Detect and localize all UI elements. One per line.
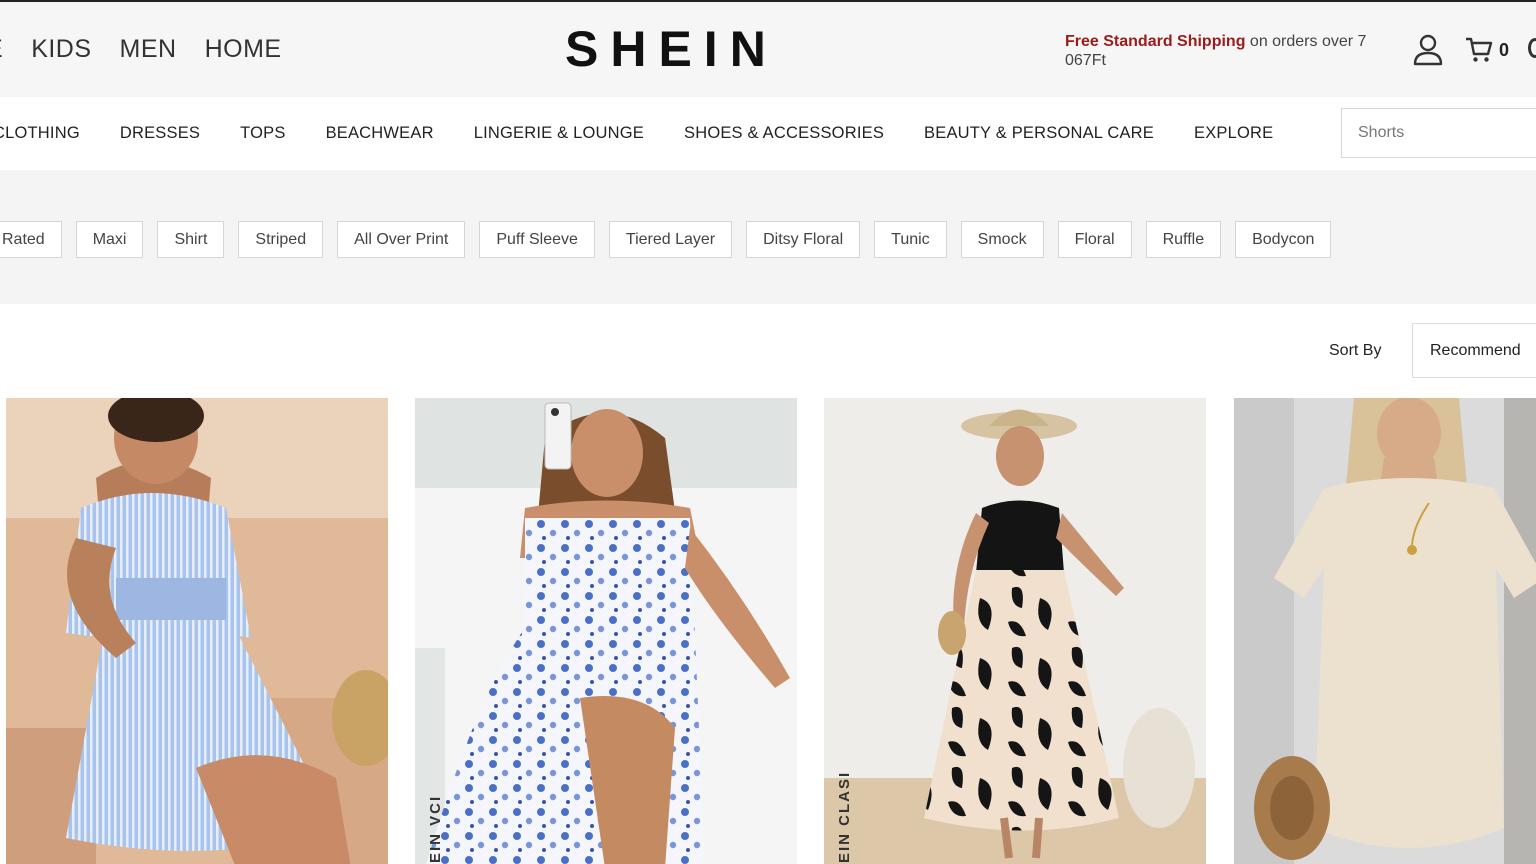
filter-chip-shirt[interactable]: Shirt [157, 221, 225, 258]
user-icon[interactable] [1413, 34, 1443, 66]
category-tops[interactable]: TOPS [240, 122, 285, 144]
category-explore[interactable]: EXPLORE [1194, 122, 1273, 144]
product-watermark: EIN CLASI [836, 771, 853, 863]
shipping-text: on orders over 7 [1245, 33, 1367, 50]
shein-logo[interactable]: SHEIN [565, 20, 771, 78]
sort-select[interactable]: Recommend [1412, 323, 1536, 378]
filter-chip-striped[interactable]: Striped [238, 221, 324, 258]
product-image: EIN CLASI [824, 398, 1206, 864]
top-nav-men-link[interactable]: MEN [120, 32, 177, 66]
support-icon[interactable] [1528, 38, 1536, 58]
product-card[interactable]: EIN CLASI [824, 398, 1206, 864]
cart-count: 0 [1499, 39, 1510, 60]
category-lingerie-lounge[interactable]: LINGERIE & LOUNGE [474, 122, 644, 144]
product-card[interactable] [6, 398, 388, 864]
filter-chip-ditsy-floral[interactable]: Ditsy Floral [746, 221, 861, 258]
filter-chips: Rated Maxi Shirt Striped All Over Print … [0, 221, 1345, 258]
top-nav: E KIDS MEN HOME [0, 32, 310, 66]
shipping-highlight: Free Standard Shipping [1065, 33, 1246, 50]
filter-chip-ruffle[interactable]: Ruffle [1145, 221, 1222, 258]
search-input[interactable] [1342, 109, 1522, 157]
shipping-banner[interactable]: Free Standard Shipping on orders over 7 … [1065, 32, 1395, 70]
filter-chip-floral[interactable]: Floral [1057, 221, 1132, 258]
product-image [6, 398, 388, 864]
filter-chip-bodycon[interactable]: Bodycon [1235, 221, 1332, 258]
product-image [1234, 398, 1536, 864]
category-beauty-personal-care[interactable]: BEAUTY & PERSONAL CARE [924, 122, 1154, 144]
cart-button[interactable]: 0 [1465, 36, 1509, 64]
filter-chip-all-over-print[interactable]: All Over Print [337, 221, 466, 258]
category-bar: CLOTHING DRESSES TOPS BEACHWEAR LINGERIE… [0, 97, 1536, 170]
sort-by-label: Sort By [1329, 342, 1382, 359]
category-clothing[interactable]: CLOTHING [0, 122, 80, 144]
filter-band: Rated Maxi Shirt Striped All Over Print … [0, 170, 1536, 304]
filter-chip-puff-sleeve[interactable]: Puff Sleeve [479, 221, 595, 258]
filter-chip-tiered-layer[interactable]: Tiered Layer [608, 221, 733, 258]
search-box [1341, 108, 1536, 158]
category-dresses[interactable]: DRESSES [120, 122, 200, 144]
filter-chip-maxi[interactable]: Maxi [75, 221, 144, 258]
product-image: EIN VCI [415, 398, 797, 864]
top-nav-home-link[interactable]: HOME [205, 32, 282, 66]
top-header: E KIDS MEN HOME SHEIN Free Standard Ship… [0, 0, 1536, 97]
filter-chip-tunic[interactable]: Tunic [874, 221, 947, 258]
filter-chip-rated[interactable]: Rated [0, 221, 62, 258]
shipping-text-line2: 067Ft [1065, 52, 1106, 69]
product-watermark: EIN VCI [427, 795, 444, 863]
product-card[interactable]: EIN VCI [415, 398, 797, 864]
product-card[interactable] [1234, 398, 1536, 864]
top-nav-women-link[interactable]: E [0, 32, 3, 66]
category-beachwear[interactable]: BEACHWEAR [326, 122, 434, 144]
category-nav: CLOTHING DRESSES TOPS BEACHWEAR LINGERIE… [0, 122, 1313, 144]
category-shoes-accessories[interactable]: SHOES & ACCESSORIES [684, 122, 884, 144]
filter-chip-smock[interactable]: Smock [960, 221, 1044, 258]
cart-icon [1466, 37, 1493, 62]
top-nav-kids-link[interactable]: KIDS [31, 32, 91, 66]
